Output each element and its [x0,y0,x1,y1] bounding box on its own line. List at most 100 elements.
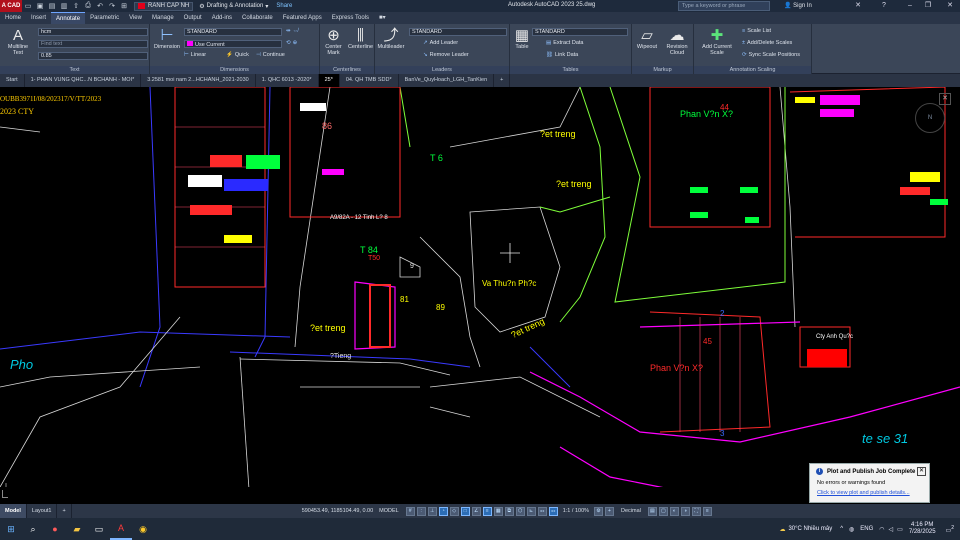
add-leader-button[interactable]: ↗ Add Leader [423,40,458,46]
new-icon[interactable]: ▭ [22,0,34,12]
battery-icon[interactable]: ▭ [897,526,903,533]
ribbon-tab-manage[interactable]: Manage [147,12,179,24]
sign-in-button[interactable]: 👤 Sign In [784,2,812,9]
text-style-select[interactable]: hcm [38,28,148,36]
add-delete-scales-button[interactable]: ± Add/Delete Scales [742,40,792,46]
revision-cloud-button[interactable]: ☁ Revision Cloud [662,27,692,56]
lineweight-icon[interactable]: ≡ [482,506,492,516]
network-icon[interactable]: ◍ [849,526,854,533]
table-style-select[interactable]: STANDARD [532,28,628,36]
search-input[interactable]: Type a keyword or phrase [678,1,770,11]
ribbon-tab-home[interactable]: Home [0,12,26,24]
document-tab[interactable]: 1. QHC 6013 -2020* [256,74,319,87]
document-tab[interactable]: BanVe_QuyHoach_LGH_TanKien [399,74,495,87]
snap-icon[interactable]: : [416,506,426,516]
save-icon[interactable]: ▤ [46,0,58,12]
table-button[interactable]: ▦ Table [510,27,534,50]
isolate-objects-icon[interactable]: ◐ [669,506,679,516]
chrome-icon[interactable]: ◉ [132,518,154,540]
minimize-button[interactable]: – [902,0,918,12]
auto-scale-icon[interactable]: ⚏ [548,506,558,516]
layer-dropdown[interactable]: RANH CAP NH [134,1,194,11]
document-tab[interactable]: 04. QH TMB SDD* [340,74,399,87]
annotation-visibility-icon[interactable]: ⚏ [537,506,547,516]
ribbon-tab-parametric[interactable]: Parametric [85,12,124,24]
document-tab[interactable]: 25* [318,74,340,87]
graphics-performance-icon[interactable]: ◑ [680,506,690,516]
linear-button[interactable]: ⊢ Linear [184,52,206,58]
quick-button[interactable]: ⚡ Quick [226,52,249,58]
clean-screen-icon[interactable]: ⛶ [691,506,701,516]
open-icon[interactable]: ▣ [34,0,46,12]
save-as-icon[interactable]: ▥ [58,0,70,12]
add-layout-button[interactable]: + [57,504,72,518]
dimension-button[interactable]: ⊢ Dimension [152,27,182,50]
selection-cycling-icon[interactable]: ⧉ [504,506,514,516]
language-indicator[interactable]: ENG [860,526,873,532]
chat-icon[interactable]: ● [44,518,66,540]
units-setting[interactable]: Decimal [621,508,641,514]
maximize-button[interactable]: ❐ [920,0,936,12]
print-icon[interactable]: ⎙ [82,0,94,12]
isodraft-icon[interactable]: ◇ [449,506,459,516]
notification-badge[interactable]: ▭2 [946,525,954,534]
autocad-logo[interactable]: A CAD [0,0,22,12]
link-data-button[interactable]: ⛓ Link Data [546,52,578,58]
share-button[interactable]: Share [276,3,292,9]
extract-data-button[interactable]: ▤ Extract Data [546,40,583,46]
windows-start-icon[interactable]: ⊞ [0,518,22,540]
polar-icon[interactable]: ◔ [438,506,448,516]
ribbon-tab-add-ins[interactable]: Add-ins [207,12,237,24]
lock-ui-icon[interactable]: ▢ [658,506,668,516]
wipeout-button[interactable]: ▱ Wipeout [633,27,661,50]
dim-tools-icons[interactable]: ⇹ ⇎ [286,28,300,34]
document-tab[interactable]: 3.2581 moi nam 2...HCHANH_2021-2030 [141,74,256,87]
transparency-icon[interactable]: ▦ [493,506,503,516]
wifi-icon[interactable]: ◠ [879,526,884,533]
clock[interactable]: 4:16 PM 7/28/2025 [909,522,936,536]
annotation-scale[interactable]: 1:1 / 100% [563,508,589,514]
scale-list-button[interactable]: ≡ Scale List [742,28,771,34]
ortho-icon[interactable]: ⊥ [427,506,437,516]
terminal-icon[interactable]: ▭ [88,518,110,540]
sync-scale-button[interactable]: ⟳ Sync Scale Positions [742,52,800,58]
dim-style-select[interactable]: STANDARD [184,28,282,36]
ribbon-tab-collaborate[interactable]: Collaborate [237,12,278,24]
text-height-input[interactable]: 0.85 [38,52,148,60]
file-explorer-icon[interactable]: ▰ [66,518,88,540]
osnap-icon[interactable]: □ [460,506,470,516]
ribbon-tab-output[interactable]: Output [179,12,207,24]
help-icon[interactable]: ? [876,0,892,12]
continue-button[interactable]: ⊣ Continue [256,52,285,58]
ribbon-tab-express-tools[interactable]: Express Tools [327,12,374,24]
viewport-close-icon[interactable]: ✕ [939,93,951,105]
quick-properties-icon[interactable]: ▤ [647,506,657,516]
dynamic-ucs-icon[interactable]: ⊾ [526,506,536,516]
document-tab[interactable]: 1- PHAN VUNG QHC...N BCHANH - MOI* [25,74,142,87]
drawing-canvas[interactable]: OUBB3971I/08/202317/V/TT/2023 2023 CTY P… [0,87,960,504]
ribbon-tab-annotate[interactable]: Annotate [51,12,86,24]
grid-icon[interactable]: # [405,506,415,516]
viewcube[interactable]: N [915,103,945,133]
model-space-toggle[interactable]: MODEL [379,508,399,514]
cart-icon[interactable]: ✕ [850,0,866,12]
workspace-icon[interactable]: ⚙ [594,506,604,516]
ribbon-tab-view[interactable]: View [124,12,147,24]
match-icon[interactable]: ⊞ [118,0,130,12]
ribbon-tab-featured-apps[interactable]: Featured Apps [278,12,327,24]
new-tab-button[interactable]: + [494,74,511,87]
toast-close-button[interactable]: ✕ [917,467,926,476]
autocad-taskbar-icon[interactable]: A [110,518,132,540]
volume-icon[interactable]: ◁ [889,526,894,533]
centerline-button[interactable]: ⫼ Centerline [346,27,375,50]
model-tab[interactable]: Model [0,504,27,518]
customize-icon[interactable]: ≡ [702,506,712,516]
ribbon-tab--[interactable]: ■▾ [374,12,391,24]
find-text-input[interactable]: Find text [38,40,148,48]
close-button[interactable]: ✕ [940,0,960,12]
workspace-switcher[interactable]: ⚙ Drafting & Annotation ▾ [199,3,268,10]
multileader-button[interactable]: ⤴ Multileader [376,27,406,50]
multiline-text-button[interactable]: A Multiline Text [3,27,33,56]
layout1-tab[interactable]: Layout1 [27,504,58,518]
document-tab[interactable]: Start [0,74,25,87]
